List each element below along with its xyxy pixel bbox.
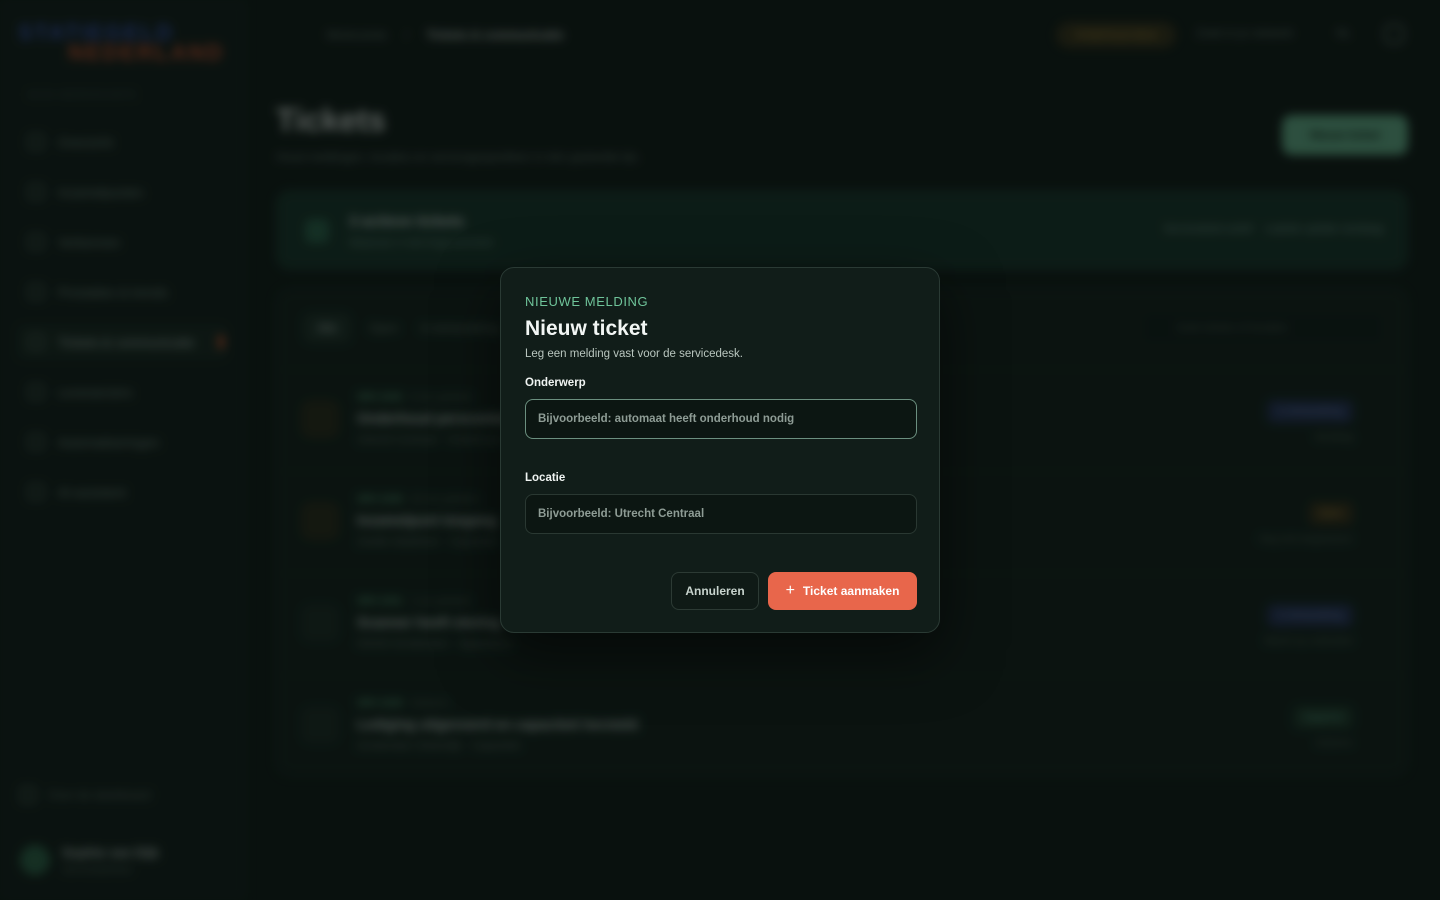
cancel-button[interactable]: Annuleren bbox=[671, 572, 759, 610]
subject-input[interactable] bbox=[525, 399, 917, 439]
create-ticket-button[interactable]: + Ticket aanmaken bbox=[768, 572, 917, 610]
new-ticket-dialog: NIEUWE MELDING Nieuw ticket Leg een meld… bbox=[500, 267, 940, 633]
dialog-subtitle: Leg een melding vast voor de servicedesk… bbox=[525, 348, 743, 360]
dialog-title: Nieuw ticket bbox=[525, 317, 648, 340]
location-label: Locatie bbox=[525, 472, 566, 484]
subject-label: Onderwerp bbox=[525, 377, 586, 389]
plus-icon: + bbox=[785, 582, 795, 599]
create-ticket-label: Ticket aanmaken bbox=[802, 584, 900, 598]
location-input[interactable] bbox=[525, 494, 917, 534]
dialog-eyebrow: NIEUWE MELDING bbox=[525, 294, 649, 309]
